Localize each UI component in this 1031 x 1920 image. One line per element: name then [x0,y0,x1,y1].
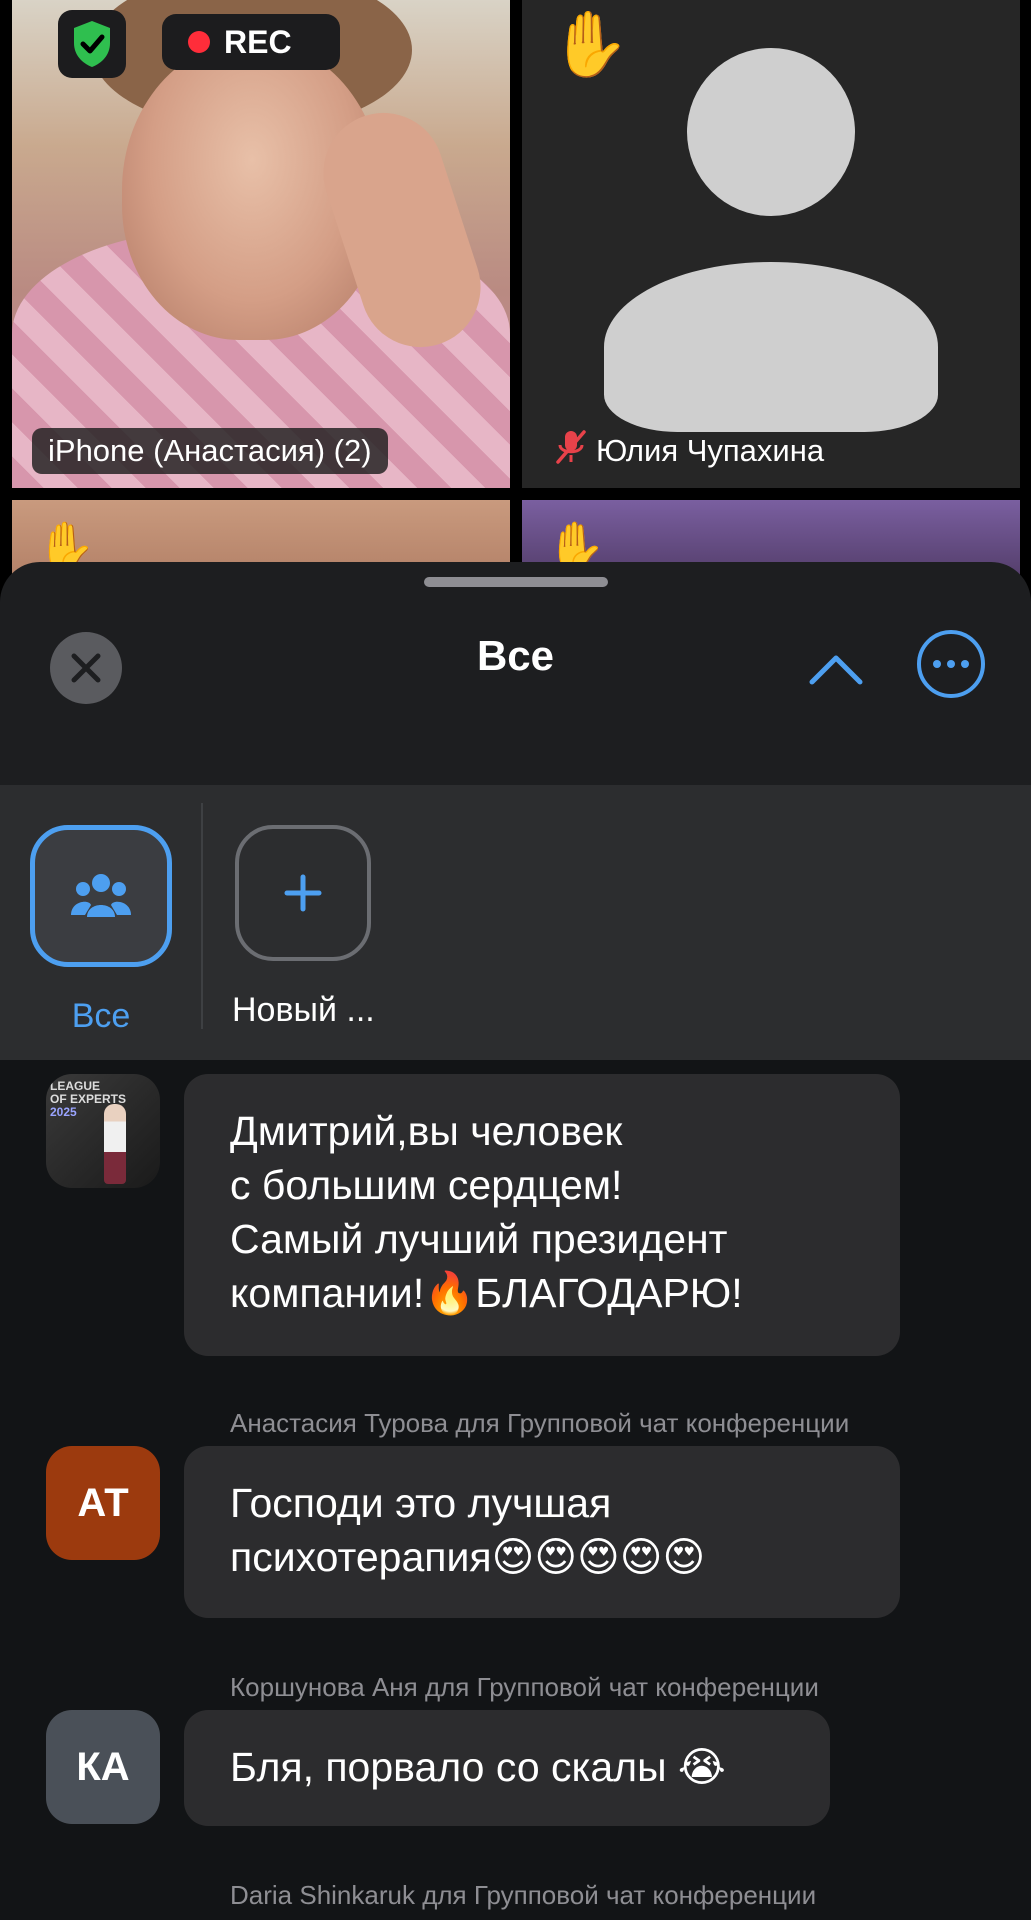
channel-label: Новый ... [232,991,375,1029]
sheet-title: Все [476,632,555,679]
channel-all[interactable]: Все [30,825,172,1036]
security-shield-icon[interactable] [58,10,126,78]
placeholder-avatar-head [687,48,855,216]
collapse-button[interactable] [806,644,866,694]
message-bubble[interactable]: Господи это лучшая психотерапия😍😍😍😍😍 [184,1446,900,1618]
channel-all-tile[interactable] [30,825,172,967]
channel-new[interactable]: Новый ... [232,825,375,1030]
chevron-up-icon [809,655,863,685]
more-options-button[interactable] [917,630,985,698]
avatar[interactable]: LEAGUE OF EXPERTS 2025 [46,1074,160,1188]
plus-icon [284,874,322,912]
placeholder-avatar-body [604,262,938,432]
record-dot-icon [188,31,210,53]
group-icon [71,874,131,917]
muted-mic-icon [554,428,588,474]
message-sender: Коршунова Аня для Групповой чат конферен… [230,1672,819,1702]
participant-name: Юлия Чупахина [596,433,825,468]
more-dot [933,660,941,668]
message-bubble[interactable]: Бля, порвало со скалы 😭 [184,1710,830,1826]
chat-sheet: Все Все Новый ... LEAGUE OF EXPERTS 2025… [0,562,1031,1920]
message-sender: Daria Shinkaruk для Групповой чат конфер… [230,1880,817,1910]
chat-message-list[interactable]: LEAGUE OF EXPERTS 2025 Дмитрий,вы человек … [0,1060,1031,1920]
raised-hand-icon: ✋ [550,8,630,80]
video-grid: REC iPhone (Анастасия) (2) ✋ Юлия Чупахи… [0,0,1031,620]
video-tile-anastasia[interactable]: REC iPhone (Анастасия) (2) [12,0,510,488]
message-sender: Анастасия Турова для Групповой чат конфе… [230,1408,850,1438]
message-bubble[interactable]: Дмитрий,вы человек с большим сердцем! Са… [184,1074,900,1356]
avatar[interactable]: КА [46,1710,160,1824]
channel-selector: Все Новый ... [0,785,1031,1060]
sheet-grab-handle[interactable] [424,577,608,587]
channel-divider [201,803,203,1029]
video-tile-yulia[interactable]: ✋ Юлия Чупахина [522,0,1020,488]
recording-badge[interactable]: REC [162,14,340,70]
participant-name-label-2: Юлия Чупахина [542,428,840,474]
more-dot [947,660,955,668]
new-channel-tile[interactable] [235,825,371,961]
recording-label: REC [224,23,292,60]
avatar[interactable]: АТ [46,1446,160,1560]
channel-label: Все [71,997,131,1035]
avatar-photo-person [104,1104,126,1184]
participant-name-label: iPhone (Анастасия) (2) [32,428,388,474]
more-dot [961,660,969,668]
